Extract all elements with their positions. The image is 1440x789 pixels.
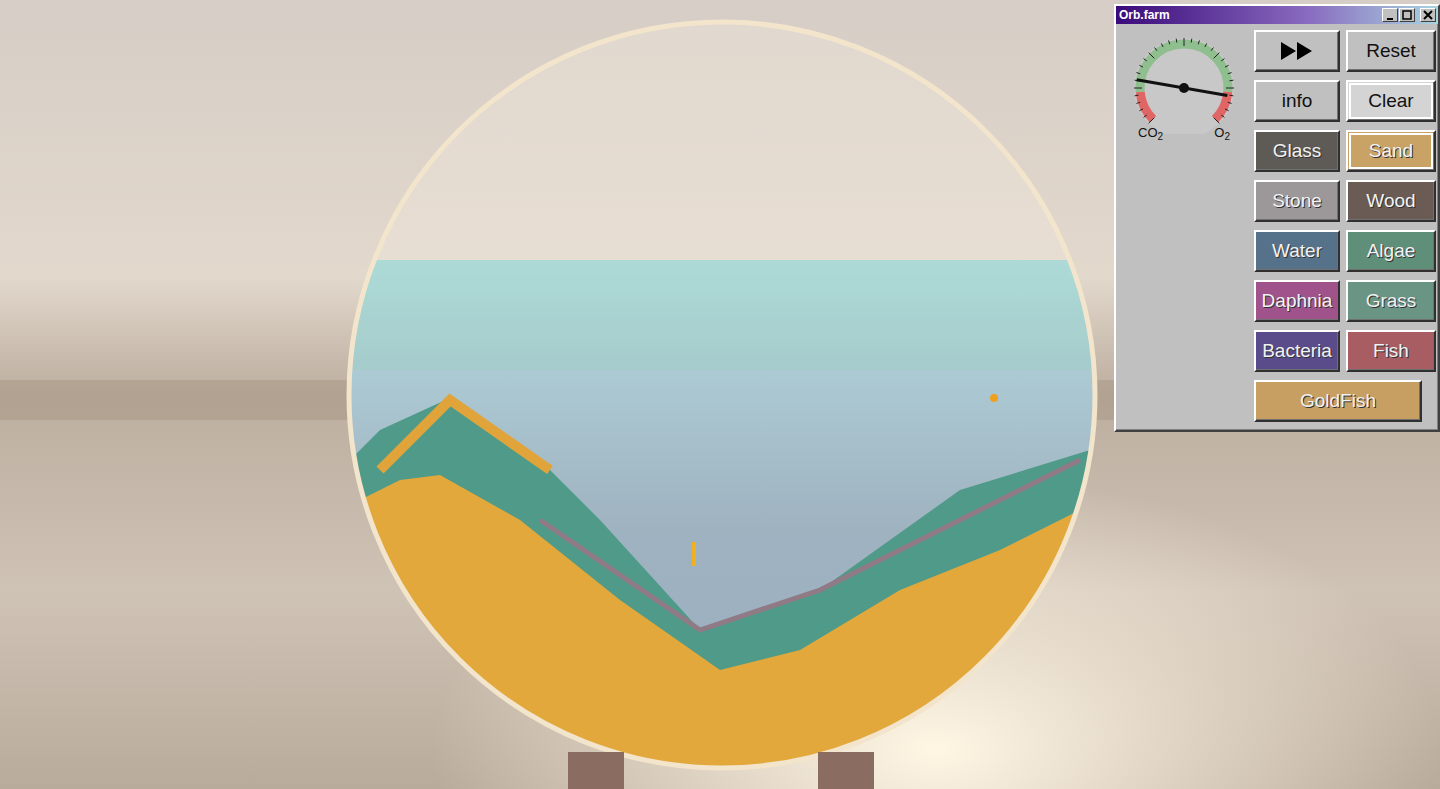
fast-forward-button[interactable] <box>1254 30 1340 72</box>
tool-button[interactable]: Wood <box>1346 180 1436 222</box>
tool-button[interactable]: Sand <box>1346 130 1436 172</box>
maximize-icon[interactable] <box>1399 8 1415 22</box>
minimize-icon[interactable] <box>1382 8 1398 22</box>
tool-button[interactable]: Reset <box>1346 30 1436 72</box>
gauge-label: CO2 <box>1138 126 1163 139</box>
tool-button[interactable]: GoldFish <box>1254 380 1422 422</box>
tool-button[interactable]: Grass <box>1346 280 1436 322</box>
gauge-dial-icon <box>1124 30 1244 134</box>
close-icon[interactable] <box>1420 8 1436 22</box>
tool-button[interactable]: Bacteria <box>1254 330 1340 372</box>
control-window: Orb.farm CO2 O2 ResetinfoClearGlassSandSt… <box>1114 4 1440 432</box>
tool-button[interactable]: Fish <box>1346 330 1436 372</box>
tool-button[interactable]: Water <box>1254 230 1340 272</box>
tool-button[interactable]: Glass <box>1254 130 1340 172</box>
tool-button[interactable]: Daphnia <box>1254 280 1340 322</box>
tool-button[interactable]: info <box>1254 80 1340 122</box>
gas-gauge: CO2 O2 <box>1122 30 1246 422</box>
title-bar[interactable]: Orb.farm <box>1116 6 1438 24</box>
tool-button[interactable]: Stone <box>1254 180 1340 222</box>
gauge-needle <box>1137 80 1228 96</box>
tool-button[interactable]: Algae <box>1346 230 1436 272</box>
tool-button[interactable]: Clear <box>1346 80 1436 122</box>
window-title: Orb.farm <box>1119 6 1170 24</box>
fast-forward-icon <box>1279 41 1315 61</box>
game-scene: Orb.farm CO2 O2 ResetinfoClearGlassSandSt… <box>0 0 1440 789</box>
gauge-label: O2 <box>1214 126 1230 139</box>
